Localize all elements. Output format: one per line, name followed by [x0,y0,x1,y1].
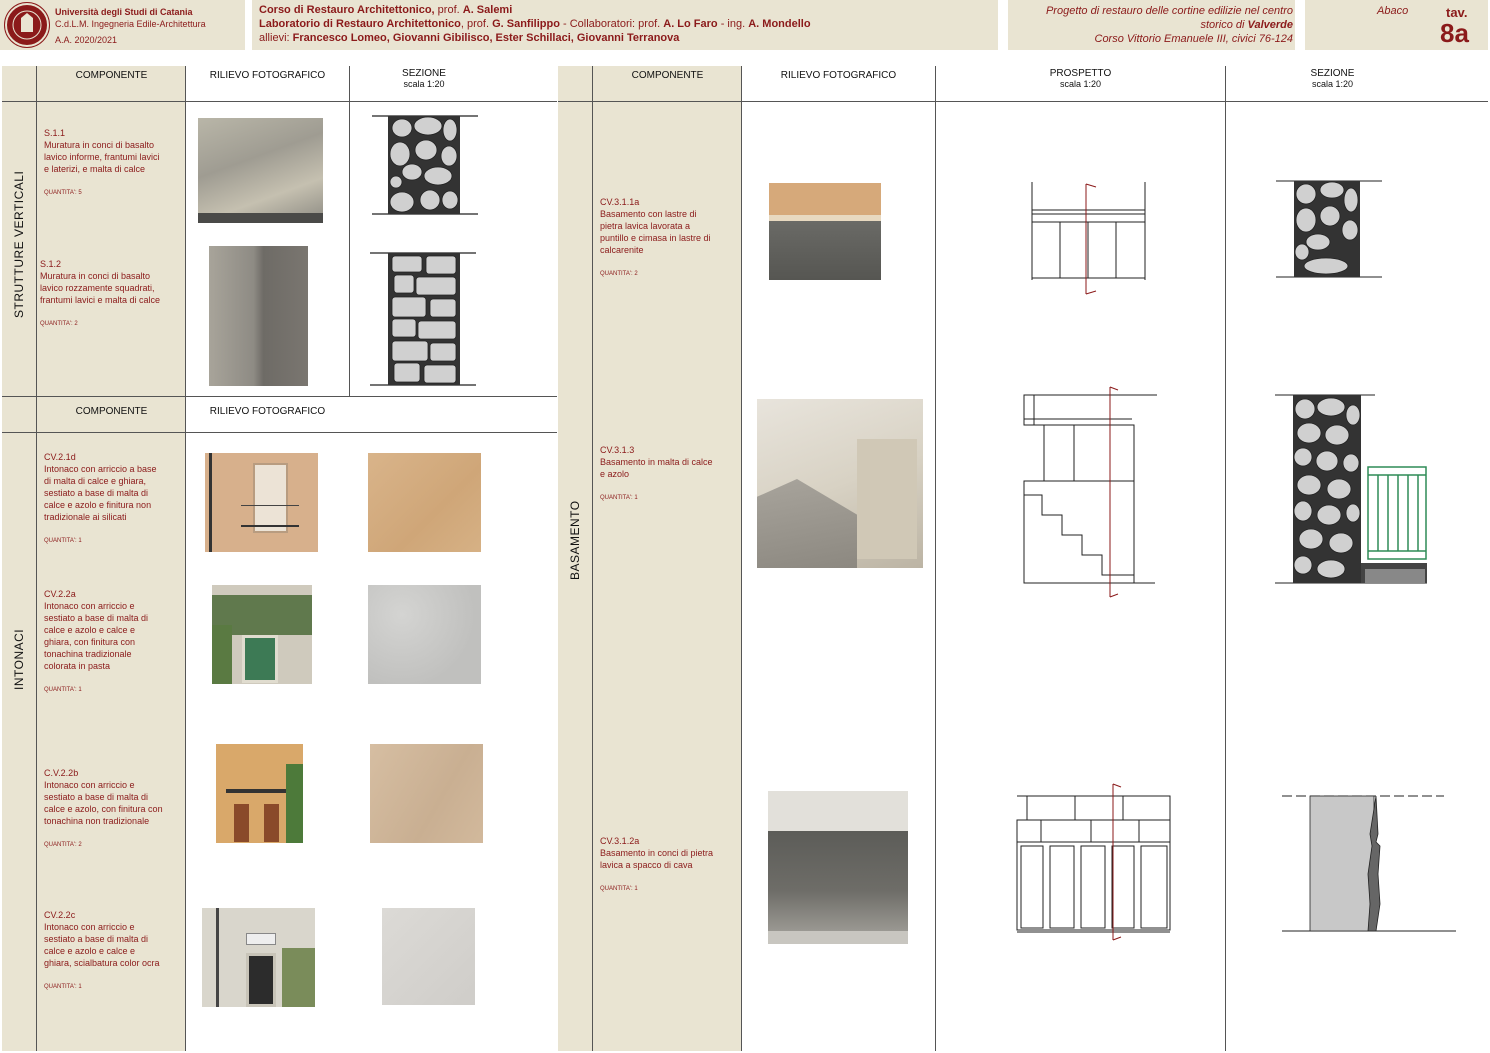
course-line-2: Laboratorio di Restauro Architettonico, … [259,18,811,30]
col-head-rilievo-2: RILIEVO FOTOGRAFICO [209,406,326,417]
photo-cv3-1-3 [757,399,923,568]
component-cv3-1-3: CV.3.1.3 Basamento in malta di calce e a… [600,445,713,501]
photo-cv22a-facade [212,585,312,684]
abaco-label: Abaco [1377,5,1409,17]
prospetto-drawing-3 [1016,783,1171,941]
col-head-componente-2: COMPONENTE [75,406,148,417]
prospetto-drawing-2 [1023,386,1157,598]
col-head-sezione: SEZIONE scala 1:20 [402,68,446,89]
col-head-componente-right: COMPONENTE [631,70,704,81]
photo-s12-wall [209,246,308,386]
students-line: allievi: Francesco Lomeo, Giovanni Gibil… [259,32,680,44]
tav-number: 8a [1440,18,1469,48]
component-cv3-1-1a: CV.3.1.1a Basamento con lastre di pietra… [600,197,711,277]
sezione-drawing-basamento-2 [1275,394,1427,584]
section-intonaci: INTONACI [12,628,26,690]
photo-cv21d-texture [368,453,481,552]
section-drawing-s12 [370,252,476,386]
project-line-3: Corso Vittorio Emanuele III, civici 76-1… [1094,33,1294,45]
photo-cv22c-facade [202,908,315,1007]
component-s12: S.1.2 Muratura in conci di basalto lavic… [40,259,161,327]
component-cv22c: CV.2.2c Intonaco con arriccio e sestiato… [44,910,160,990]
project-line-2: storico di Valverde [1200,19,1293,31]
section-drawing-s11 [372,115,478,215]
header-course: Corso di Restauro Architettonico, prof. … [252,0,998,50]
section-strutture-verticali: STRUTTURE VERTICALI [12,170,26,318]
academic-year: A.A. 2020/2021 [55,35,118,45]
photo-cv3-1-2a [768,791,908,944]
photo-cv22c-texture [382,908,475,1005]
component-cv21d: CV.2.1d Intonaco con arriccio a base di … [44,452,157,544]
col-head-sezione-right: SEZIONE scala 1:20 [1310,68,1355,89]
component-cv22a: CV.2.2a Intonaco con arriccio e sestiato… [44,589,149,693]
photo-cv21d-facade [205,453,318,552]
header-tav: Abaco tav. 8a [1305,0,1488,50]
component-s11: S.1.1 Muratura in conci di basalto lavic… [44,128,160,196]
section-basamento: BASAMENTO [568,500,582,580]
photo-s11-wall [198,118,323,223]
col-head-rilievo: RILIEVO FOTOGRAFICO [209,70,326,81]
col-head-componente: COMPONENTE [75,70,148,81]
photo-cv22b-facade [216,744,303,843]
header-left: Università degli Studi di Catania C.d.L.… [0,0,245,50]
university-logo [4,2,50,48]
university-name: Università degli Studi di Catania [55,7,193,17]
component-cv22b: C.V.2.2b Intonaco con arriccio e sestiat… [44,768,163,848]
course-line-1: Corso di Restauro Architettonico, prof. … [259,4,513,16]
col-head-rilievo-right: RILIEVO FOTOGRAFICO [780,70,897,81]
seal-icon [12,10,42,40]
header-project: Progetto di restauro delle cortine edili… [1008,0,1295,50]
degree-name: C.d.L.M. Ingegneria Edile-Architettura [55,19,206,29]
left-component-col [37,66,186,1051]
photo-cv22b-texture [370,744,483,843]
project-line-1: Progetto di restauro delle cortine edili… [1045,5,1293,17]
prospetto-drawing-1 [1031,182,1146,295]
col-head-prospetto: PROSPETTO scala 1:20 [1049,68,1112,89]
photo-cv22a-texture [368,585,481,684]
photo-cv3-1-1a [769,183,881,280]
sezione-drawing-basamento-1 [1276,180,1382,278]
component-cv3-1-2a: CV.3.1.2a Basamento in conci di pietra l… [600,836,714,892]
sezione-drawing-basamento-3 [1282,795,1456,932]
